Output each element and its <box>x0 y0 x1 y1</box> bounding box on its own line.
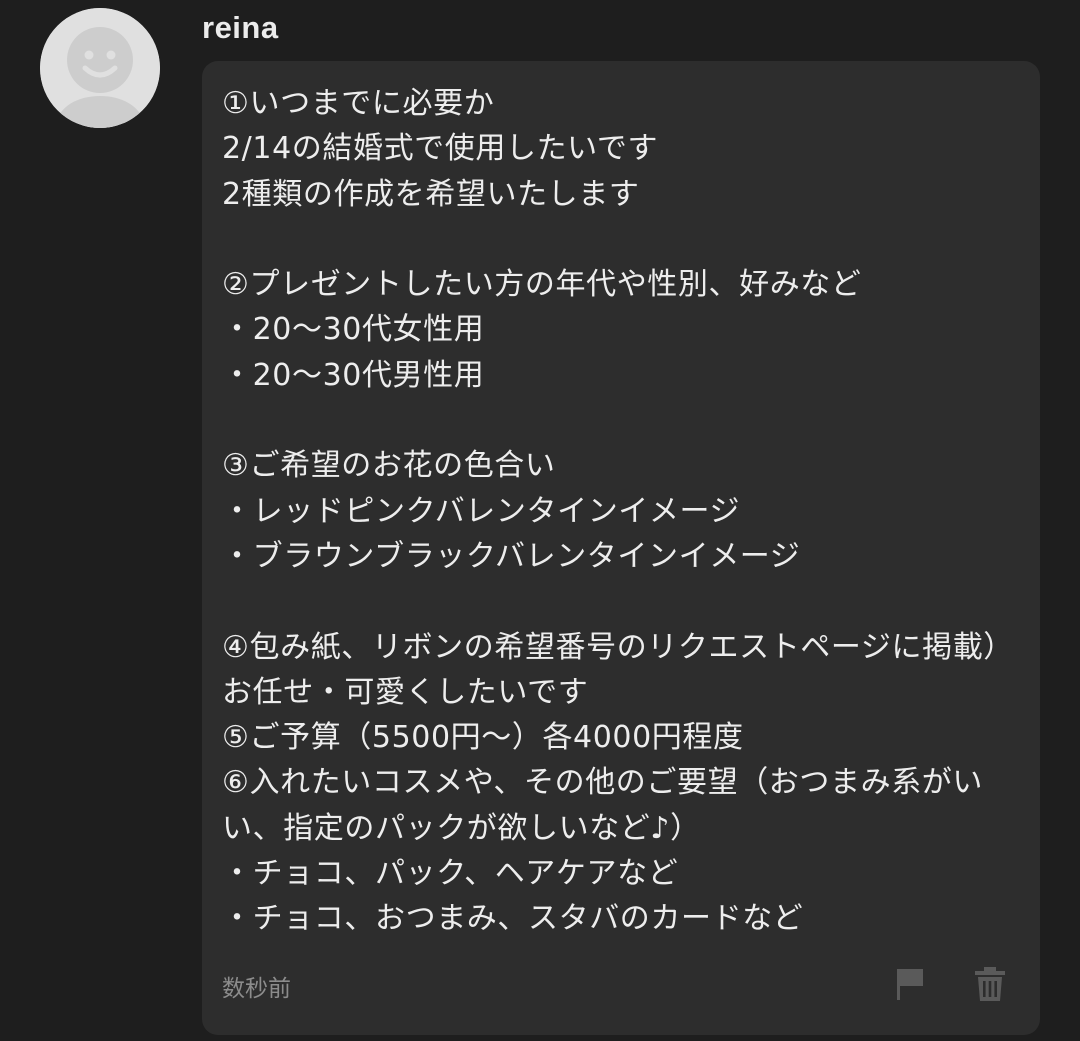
trash-icon[interactable] <box>970 964 1010 1004</box>
flag-icon[interactable] <box>890 964 930 1004</box>
timestamp: 数秒前 <box>222 976 291 1002</box>
comment-item: reina ①いつまでに必要か 2/14の結婚式で使用したいです 2種類の作成を… <box>0 0 1080 1041</box>
username[interactable]: reina <box>202 10 279 46</box>
message-bubble: ①いつまでに必要か 2/14の結婚式で使用したいです 2種類の作成を希望いたしま… <box>202 61 1040 1035</box>
user-avatar[interactable] <box>40 8 160 128</box>
message-text: ①いつまでに必要か 2/14の結婚式で使用したいです 2種類の作成を希望いたしま… <box>222 86 1014 937</box>
default-avatar-icon <box>40 8 160 128</box>
